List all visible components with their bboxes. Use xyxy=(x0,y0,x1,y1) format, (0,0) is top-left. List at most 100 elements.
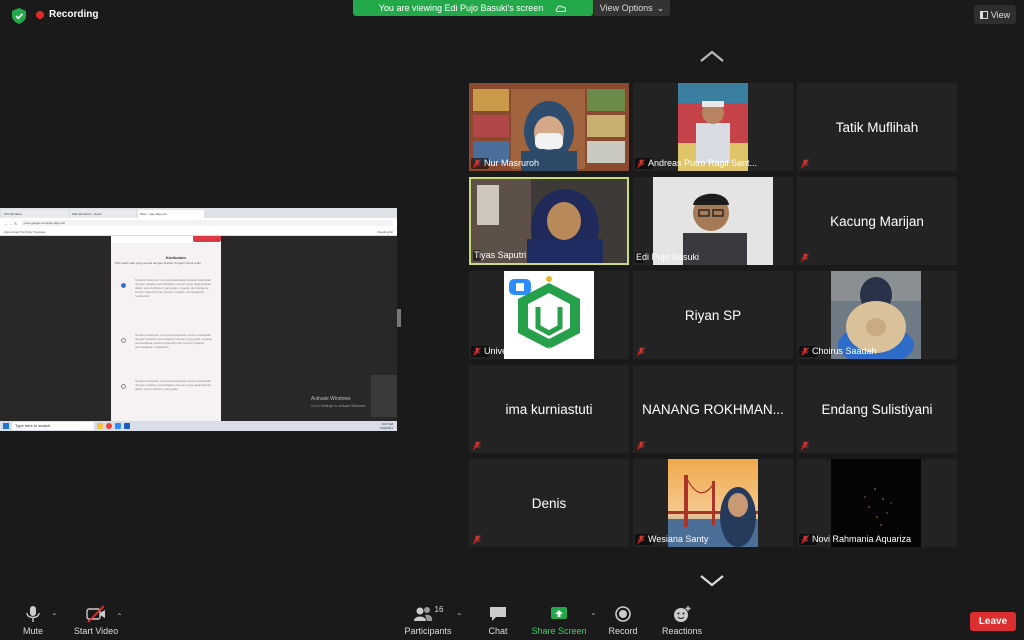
participant-tile[interactable]: ima kurniastuti xyxy=(469,365,629,453)
recording-label: Recording xyxy=(49,9,99,20)
participant-tile[interactable]: Nur Masruroh xyxy=(469,83,629,171)
form-title: Kurikulum xyxy=(166,255,186,260)
form-option-1[interactable]: Struktur kurikulum memuat keterkaitan an… xyxy=(121,278,217,298)
participant-tile[interactable]: Novi Rahmania Aquariza xyxy=(797,459,957,547)
share-options-caret-icon[interactable]: ⌃ xyxy=(590,612,597,621)
muted-mic-icon xyxy=(637,159,645,168)
side-panel-thumbnail xyxy=(371,375,397,417)
participant-tile[interactable]: NANANG ROKHMAN... xyxy=(633,365,793,453)
view-options-label: View Options xyxy=(599,3,653,13)
share-screen-button[interactable]: Share Screen xyxy=(531,604,587,640)
windows-taskbar: Type here to search 9:07 AM 7/20/2021 xyxy=(0,421,397,431)
form-option-3[interactable]: Struktur kurikulum memuat keterkaitan an… xyxy=(121,379,217,391)
participant-tile[interactable]: Andreas Putro Ragil Sant... xyxy=(633,83,793,171)
participants-options-caret-icon[interactable]: ⌃ xyxy=(456,612,463,621)
participant-tile[interactable]: Riyan SP xyxy=(633,271,793,359)
record-label: Record xyxy=(608,626,638,636)
reading-list-label: Reading list xyxy=(377,230,393,234)
browser-tab[interactable]: KPI Windows xyxy=(2,210,68,218)
viewing-banner-text: You are viewing Edi Pujo Basuki's screen xyxy=(378,3,544,13)
reactions-label: Reactions xyxy=(661,626,703,636)
participant-tile[interactable]: Tatik Muflihah xyxy=(797,83,957,171)
participant-tile[interactable]: Wesiana Santy xyxy=(633,459,793,547)
participants-icon xyxy=(413,607,432,621)
clock-date: 7/20/2021 xyxy=(379,426,393,430)
participant-name-center: Endang Sulistiyani xyxy=(821,401,933,417)
muted-mic-icon xyxy=(473,441,481,450)
participant-name-center: Kacung Marijan xyxy=(830,213,924,229)
participant-tile[interactable]: Endang Sulistiyani xyxy=(797,365,957,453)
chrome-icon[interactable] xyxy=(106,423,112,429)
participant-name: Universitas NU Surabaya xyxy=(484,346,586,356)
participant-name: Andreas Putro Ragil Sant... xyxy=(648,158,758,168)
participant-name-center: Tatik Muflihah xyxy=(835,119,919,135)
browser-url[interactable]: meet.google.com/pjay-dfgu-oht xyxy=(20,220,393,226)
video-options-caret-icon[interactable]: ⌃ xyxy=(116,612,123,621)
form-option-text: Struktur kurikulum memuat keterkaitan an… xyxy=(135,379,212,391)
participant-name: Tiyas Saputri xyxy=(474,250,527,260)
participant-count: 16 xyxy=(434,605,444,614)
start-video-label: Start Video xyxy=(73,626,119,636)
folder-icon[interactable] xyxy=(97,423,103,429)
mute-options-caret-icon[interactable]: ⌃ xyxy=(51,612,58,621)
browser-tab-active[interactable]: Meet - pjay-dfgu-oht xyxy=(138,210,204,218)
participants-button[interactable]: 16 Participants xyxy=(402,604,454,640)
cloud-icon[interactable] xyxy=(555,4,567,12)
mute-button[interactable]: Mute xyxy=(18,604,48,640)
activate-windows-title: Activate Windows xyxy=(311,396,351,402)
participants-icon-group: 16 xyxy=(413,605,444,626)
resize-handle[interactable] xyxy=(397,309,401,327)
participant-tile[interactable]: Denis xyxy=(469,459,629,547)
shared-screen[interactable]: KPI Windows Mati Wonderer - Zoom Meet - … xyxy=(0,208,397,431)
view-button[interactable]: View xyxy=(974,5,1016,24)
chat-button[interactable]: Chat xyxy=(484,604,512,640)
mute-label: Mute xyxy=(22,626,43,636)
browser-bookmarks-bar: Apps Gmail YouTube Translate Reading lis… xyxy=(0,228,397,236)
gallery-view-icon xyxy=(979,10,988,19)
chevron-down-icon[interactable] xyxy=(700,575,724,587)
recording-indicator[interactable]: Recording xyxy=(36,9,98,20)
view-button-label: View xyxy=(990,9,1011,20)
leave-button[interactable]: Leave xyxy=(970,612,1016,631)
browser-tab[interactable]: Mati Wonderer - Zoom xyxy=(70,210,136,218)
participant-name-center: Riyan SP xyxy=(684,307,742,323)
word-icon[interactable] xyxy=(124,423,130,429)
start-video-button[interactable]: Start Video xyxy=(70,604,122,640)
record-icon xyxy=(615,606,631,622)
participant-name: Edi Pujo Basuki xyxy=(636,252,700,262)
muted-mic-icon xyxy=(801,159,809,168)
chevron-up-icon[interactable] xyxy=(700,50,724,62)
reactions-button[interactable]: Reactions xyxy=(660,604,704,640)
form-accent xyxy=(193,236,221,242)
browser-nav-icons: ← → ↻ xyxy=(4,220,18,226)
activate-windows-watermark: Activate Windows Go to Settings to activ… xyxy=(311,396,366,410)
record-button[interactable]: Record xyxy=(605,604,641,640)
windows-start-icon[interactable] xyxy=(3,423,9,429)
participant-tile-active-speaker[interactable]: Tiyas Saputri xyxy=(469,177,629,265)
security-shield-icon[interactable] xyxy=(12,8,26,24)
activate-windows-hint: Go to Settings to activate Windows. xyxy=(311,404,367,408)
participants-label: Participants xyxy=(404,626,452,636)
muted-mic-icon xyxy=(637,347,645,356)
view-options-button[interactable]: View Options ⌄ xyxy=(594,0,670,16)
muted-mic-icon xyxy=(473,347,481,356)
muted-mic-icon xyxy=(801,253,809,262)
participant-tile[interactable]: Kacung Marijan xyxy=(797,177,957,265)
radio-icon xyxy=(121,384,126,389)
share-screen-label: Share Screen xyxy=(531,626,587,636)
taskbar-search[interactable]: Type here to search xyxy=(12,422,94,430)
participant-tile[interactable]: Choirus Saadah xyxy=(797,271,957,359)
participant-name: Wesiana Santy xyxy=(648,534,709,544)
zoom-icon[interactable] xyxy=(115,423,121,429)
viewing-banner: You are viewing Edi Pujo Basuki's screen xyxy=(353,0,593,16)
participant-tile[interactable]: Universitas NU Surabaya xyxy=(469,271,629,359)
participant-name: Novi Rahmania Aquariza xyxy=(812,534,912,544)
muted-mic-icon xyxy=(801,535,809,544)
browser-page: Kurikulum Pilih salah satu yang sesuai d… xyxy=(0,236,397,422)
participant-tile[interactable]: Edi Pujo Basuki xyxy=(633,177,793,265)
form-option-2[interactable]: Struktur kurikulum memuat keterkaitan an… xyxy=(121,333,217,349)
participant-name-center: ima kurniastuti xyxy=(505,401,593,417)
chat-label: Chat xyxy=(488,626,508,636)
share-screen-icon xyxy=(551,607,567,619)
participant-name-center: NANANG ROKHMAN... xyxy=(642,401,784,417)
